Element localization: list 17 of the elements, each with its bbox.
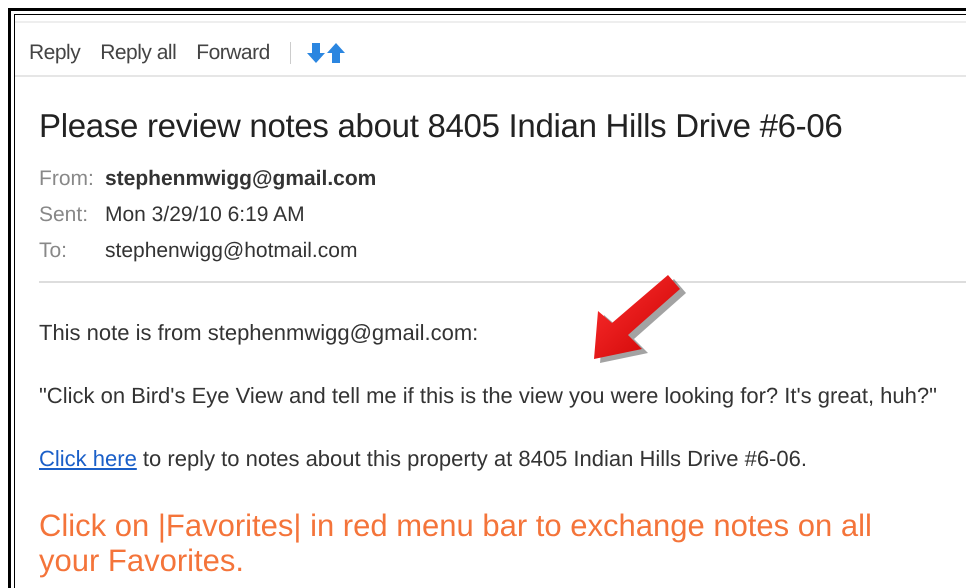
header-label: From: bbox=[39, 166, 95, 192]
callout-text: Click on |Favorites| in red menu bar to exchange notes on all your Favorites. bbox=[39, 508, 873, 578]
toolbar-action[interactable]: Reply bbox=[29, 41, 80, 65]
toolbar-action[interactable]: Forward bbox=[196, 41, 270, 65]
up-arrow-icon[interactable] bbox=[326, 42, 345, 64]
header-value: stephenmwigg@gmail.com bbox=[105, 166, 376, 192]
body-text: This note is from stephenmwigg@gmail.com: bbox=[39, 320, 480, 346]
header-label: To: bbox=[39, 238, 68, 264]
body-text: Click here to reply to notes about this property at 8405 Indian Hills Drive #6-06. bbox=[39, 446, 808, 472]
reply-link[interactable]: Click here bbox=[39, 446, 137, 471]
down-arrow-icon[interactable] bbox=[306, 42, 325, 64]
message-subject: Please review notes about 8405 Indian Hills Drive #6-06 bbox=[39, 107, 844, 145]
header-value: stephenwigg@hotmail.com bbox=[105, 238, 358, 264]
header-label: Sent: bbox=[39, 202, 90, 228]
header-value: Mon 3/29/10 6:19 AM bbox=[105, 202, 305, 228]
toolbar-action[interactable]: Reply all bbox=[100, 41, 176, 65]
quote-text: "Click on Bird's Eye View and tell me if this is the view you were looking for? It's great, huh?" bbox=[39, 383, 938, 409]
